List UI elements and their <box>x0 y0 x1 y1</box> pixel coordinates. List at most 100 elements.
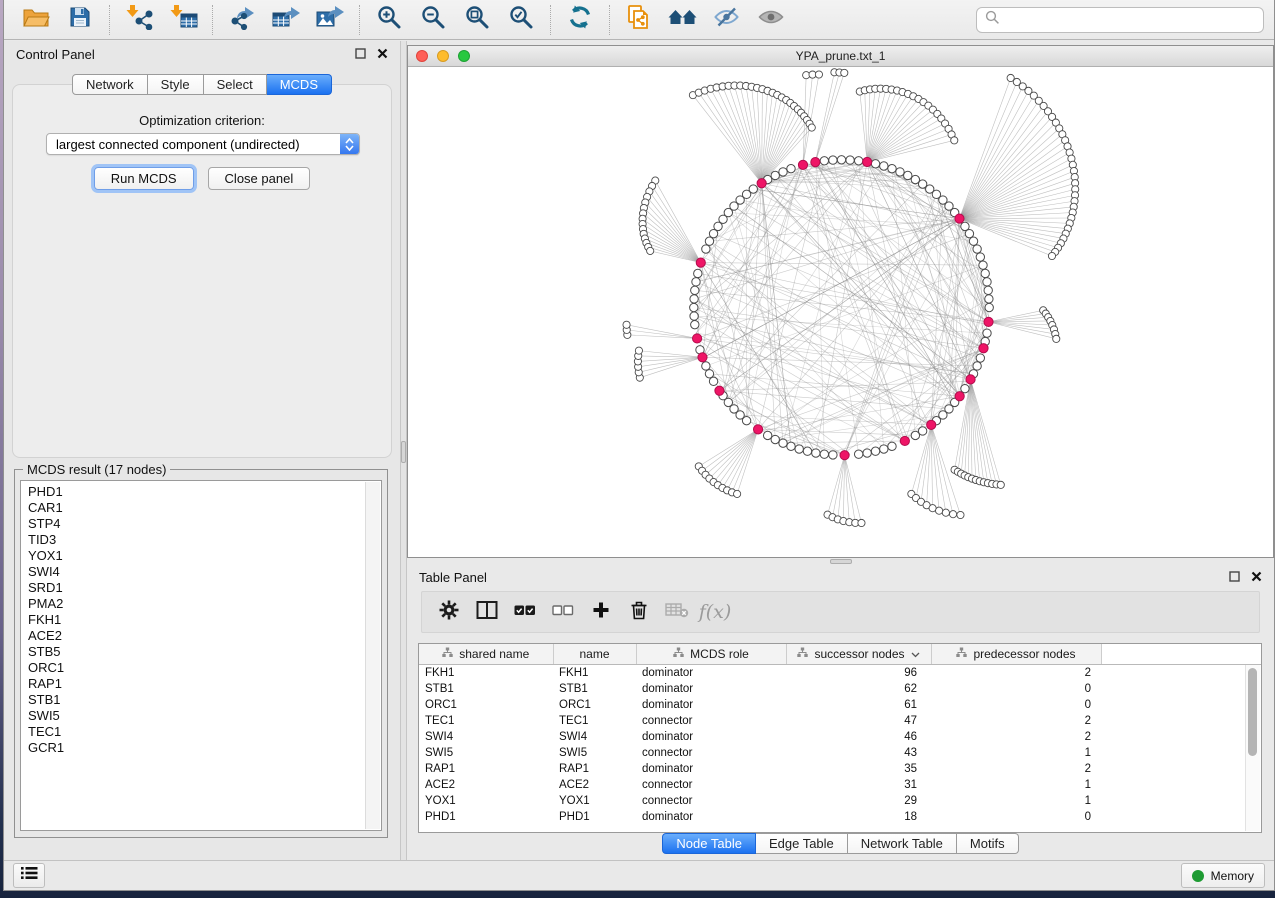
network-node[interactable] <box>787 165 795 173</box>
export-image-button[interactable] <box>308 3 352 37</box>
maximize-window-icon[interactable] <box>458 50 470 62</box>
network-node[interactable] <box>691 320 699 328</box>
network-window-titlebar[interactable]: YPA_prune.txt_1 <box>408 46 1273 67</box>
network-node[interactable] <box>692 278 700 286</box>
table-row[interactable]: STB1STB1dominator620 <box>419 681 1261 697</box>
network-leaf-node[interactable] <box>635 347 642 354</box>
mcds-result-item[interactable]: FKH1 <box>28 612 363 628</box>
import-network-button[interactable] <box>117 3 161 37</box>
scrollbar-thumb[interactable] <box>1248 668 1257 756</box>
dominator-node[interactable] <box>863 157 872 166</box>
network-leaf-node[interactable] <box>951 137 958 144</box>
float-panel-icon[interactable] <box>355 47 366 62</box>
refresh-view-button[interactable] <box>558 3 602 37</box>
horizontal-splitter[interactable] <box>407 558 1274 565</box>
network-node[interactable] <box>871 447 879 455</box>
network-node[interactable] <box>691 286 699 294</box>
network-leaf-node[interactable] <box>997 481 1004 488</box>
table-row[interactable]: YOX1YOX1connector291 <box>419 793 1261 809</box>
search-input[interactable] <box>1006 11 1255 28</box>
network-node[interactable] <box>965 229 973 237</box>
dominator-node[interactable] <box>984 317 993 326</box>
column-header-shared-name[interactable]: shared name <box>419 644 553 665</box>
criterion-select[interactable]: largest connected component (undirected) <box>46 133 360 155</box>
dominator-node[interactable] <box>966 375 975 384</box>
mcds-result-item[interactable]: PMA2 <box>28 596 363 612</box>
network-node[interactable] <box>779 168 787 176</box>
memory-button[interactable]: Memory <box>1181 863 1265 888</box>
dominator-node[interactable] <box>757 179 766 188</box>
network-node[interactable] <box>973 245 981 253</box>
mcds-result-item[interactable]: ACE2 <box>28 628 363 644</box>
network-node[interactable] <box>981 269 989 277</box>
network-node[interactable] <box>976 354 984 362</box>
column-header-mcds-role[interactable]: MCDS role <box>636 644 786 665</box>
mcds-result-item[interactable]: YOX1 <box>28 548 363 564</box>
mcds-result-item[interactable]: SWI4 <box>28 564 363 580</box>
mcds-result-item[interactable]: CAR1 <box>28 500 363 516</box>
dominator-node[interactable] <box>696 258 705 267</box>
network-leaf-node[interactable] <box>808 124 815 131</box>
network-leaf-node[interactable] <box>734 490 741 497</box>
table-row[interactable]: PHD1PHD1dominator180 <box>419 809 1261 825</box>
splitter-grip-icon[interactable] <box>830 559 852 564</box>
table-row[interactable]: ACE2ACE2connector311 <box>419 777 1261 793</box>
network-node[interactable] <box>702 245 710 253</box>
network-node[interactable] <box>880 445 888 453</box>
clone-network-button[interactable] <box>617 3 661 37</box>
network-node[interactable] <box>795 445 803 453</box>
column-header-predecessor-nodes[interactable]: predecessor nodes <box>931 644 1101 665</box>
network-node[interactable] <box>803 447 811 455</box>
network-leaf-node[interactable] <box>949 511 956 518</box>
network-node[interactable] <box>787 442 795 450</box>
dominator-node[interactable] <box>979 344 988 353</box>
network-node[interactable] <box>985 295 993 303</box>
tab-motifs[interactable]: Motifs <box>957 833 1019 854</box>
mcds-result-item[interactable]: GCR1 <box>28 740 363 756</box>
dominator-node[interactable] <box>900 436 909 445</box>
tab-node-table[interactable]: Node Table <box>662 833 756 854</box>
tab-mcds[interactable]: MCDS <box>267 74 332 95</box>
network-node[interactable] <box>709 377 717 385</box>
minimize-window-icon[interactable] <box>437 50 449 62</box>
network-node[interactable] <box>961 384 969 392</box>
network-node[interactable] <box>771 435 779 443</box>
network-node[interactable] <box>976 253 984 261</box>
tab-network-table[interactable]: Network Table <box>848 833 957 854</box>
mcds-result-item[interactable]: RAP1 <box>28 676 363 692</box>
network-node[interactable] <box>749 185 757 193</box>
network-leaf-node[interactable] <box>623 321 630 328</box>
network-node[interactable] <box>702 362 710 370</box>
network-node[interactable] <box>771 171 779 179</box>
network-leaf-node[interactable] <box>815 71 822 78</box>
network-node[interactable] <box>888 442 896 450</box>
table-row[interactable]: ORC1ORC1dominator610 <box>419 697 1261 713</box>
network-node[interactable] <box>705 237 713 245</box>
import-table-button[interactable] <box>161 3 205 37</box>
dominator-node[interactable] <box>955 392 964 401</box>
mcds-result-item[interactable]: PHD1 <box>28 484 363 500</box>
mcds-result-item[interactable]: ORC1 <box>28 660 363 676</box>
column-header-successor-nodes[interactable]: successor nodes <box>786 644 931 665</box>
network-node[interactable] <box>896 168 904 176</box>
network-node[interactable] <box>984 286 992 294</box>
network-leaf-node[interactable] <box>957 511 964 518</box>
export-network-button[interactable] <box>220 3 264 37</box>
network-node[interactable] <box>973 362 981 370</box>
table-row[interactable]: TEC1TEC1connector472 <box>419 713 1261 729</box>
dominator-node[interactable] <box>698 353 707 362</box>
network-node[interactable] <box>690 312 698 320</box>
network-node[interactable] <box>829 451 837 459</box>
network-node[interactable] <box>863 449 871 457</box>
network-node[interactable] <box>812 449 820 457</box>
network-node[interactable] <box>829 156 837 164</box>
network-node[interactable] <box>690 295 698 303</box>
dominator-node[interactable] <box>715 386 724 395</box>
network-leaf-node[interactable] <box>942 509 949 516</box>
mcds-result-item[interactable]: STB5 <box>28 644 363 660</box>
network-node[interactable] <box>871 160 879 168</box>
save-session-button[interactable] <box>58 3 102 37</box>
mcds-result-item[interactable]: SWI5 <box>28 708 363 724</box>
dominator-node[interactable] <box>753 425 762 434</box>
zoom-out-button[interactable] <box>411 3 455 37</box>
